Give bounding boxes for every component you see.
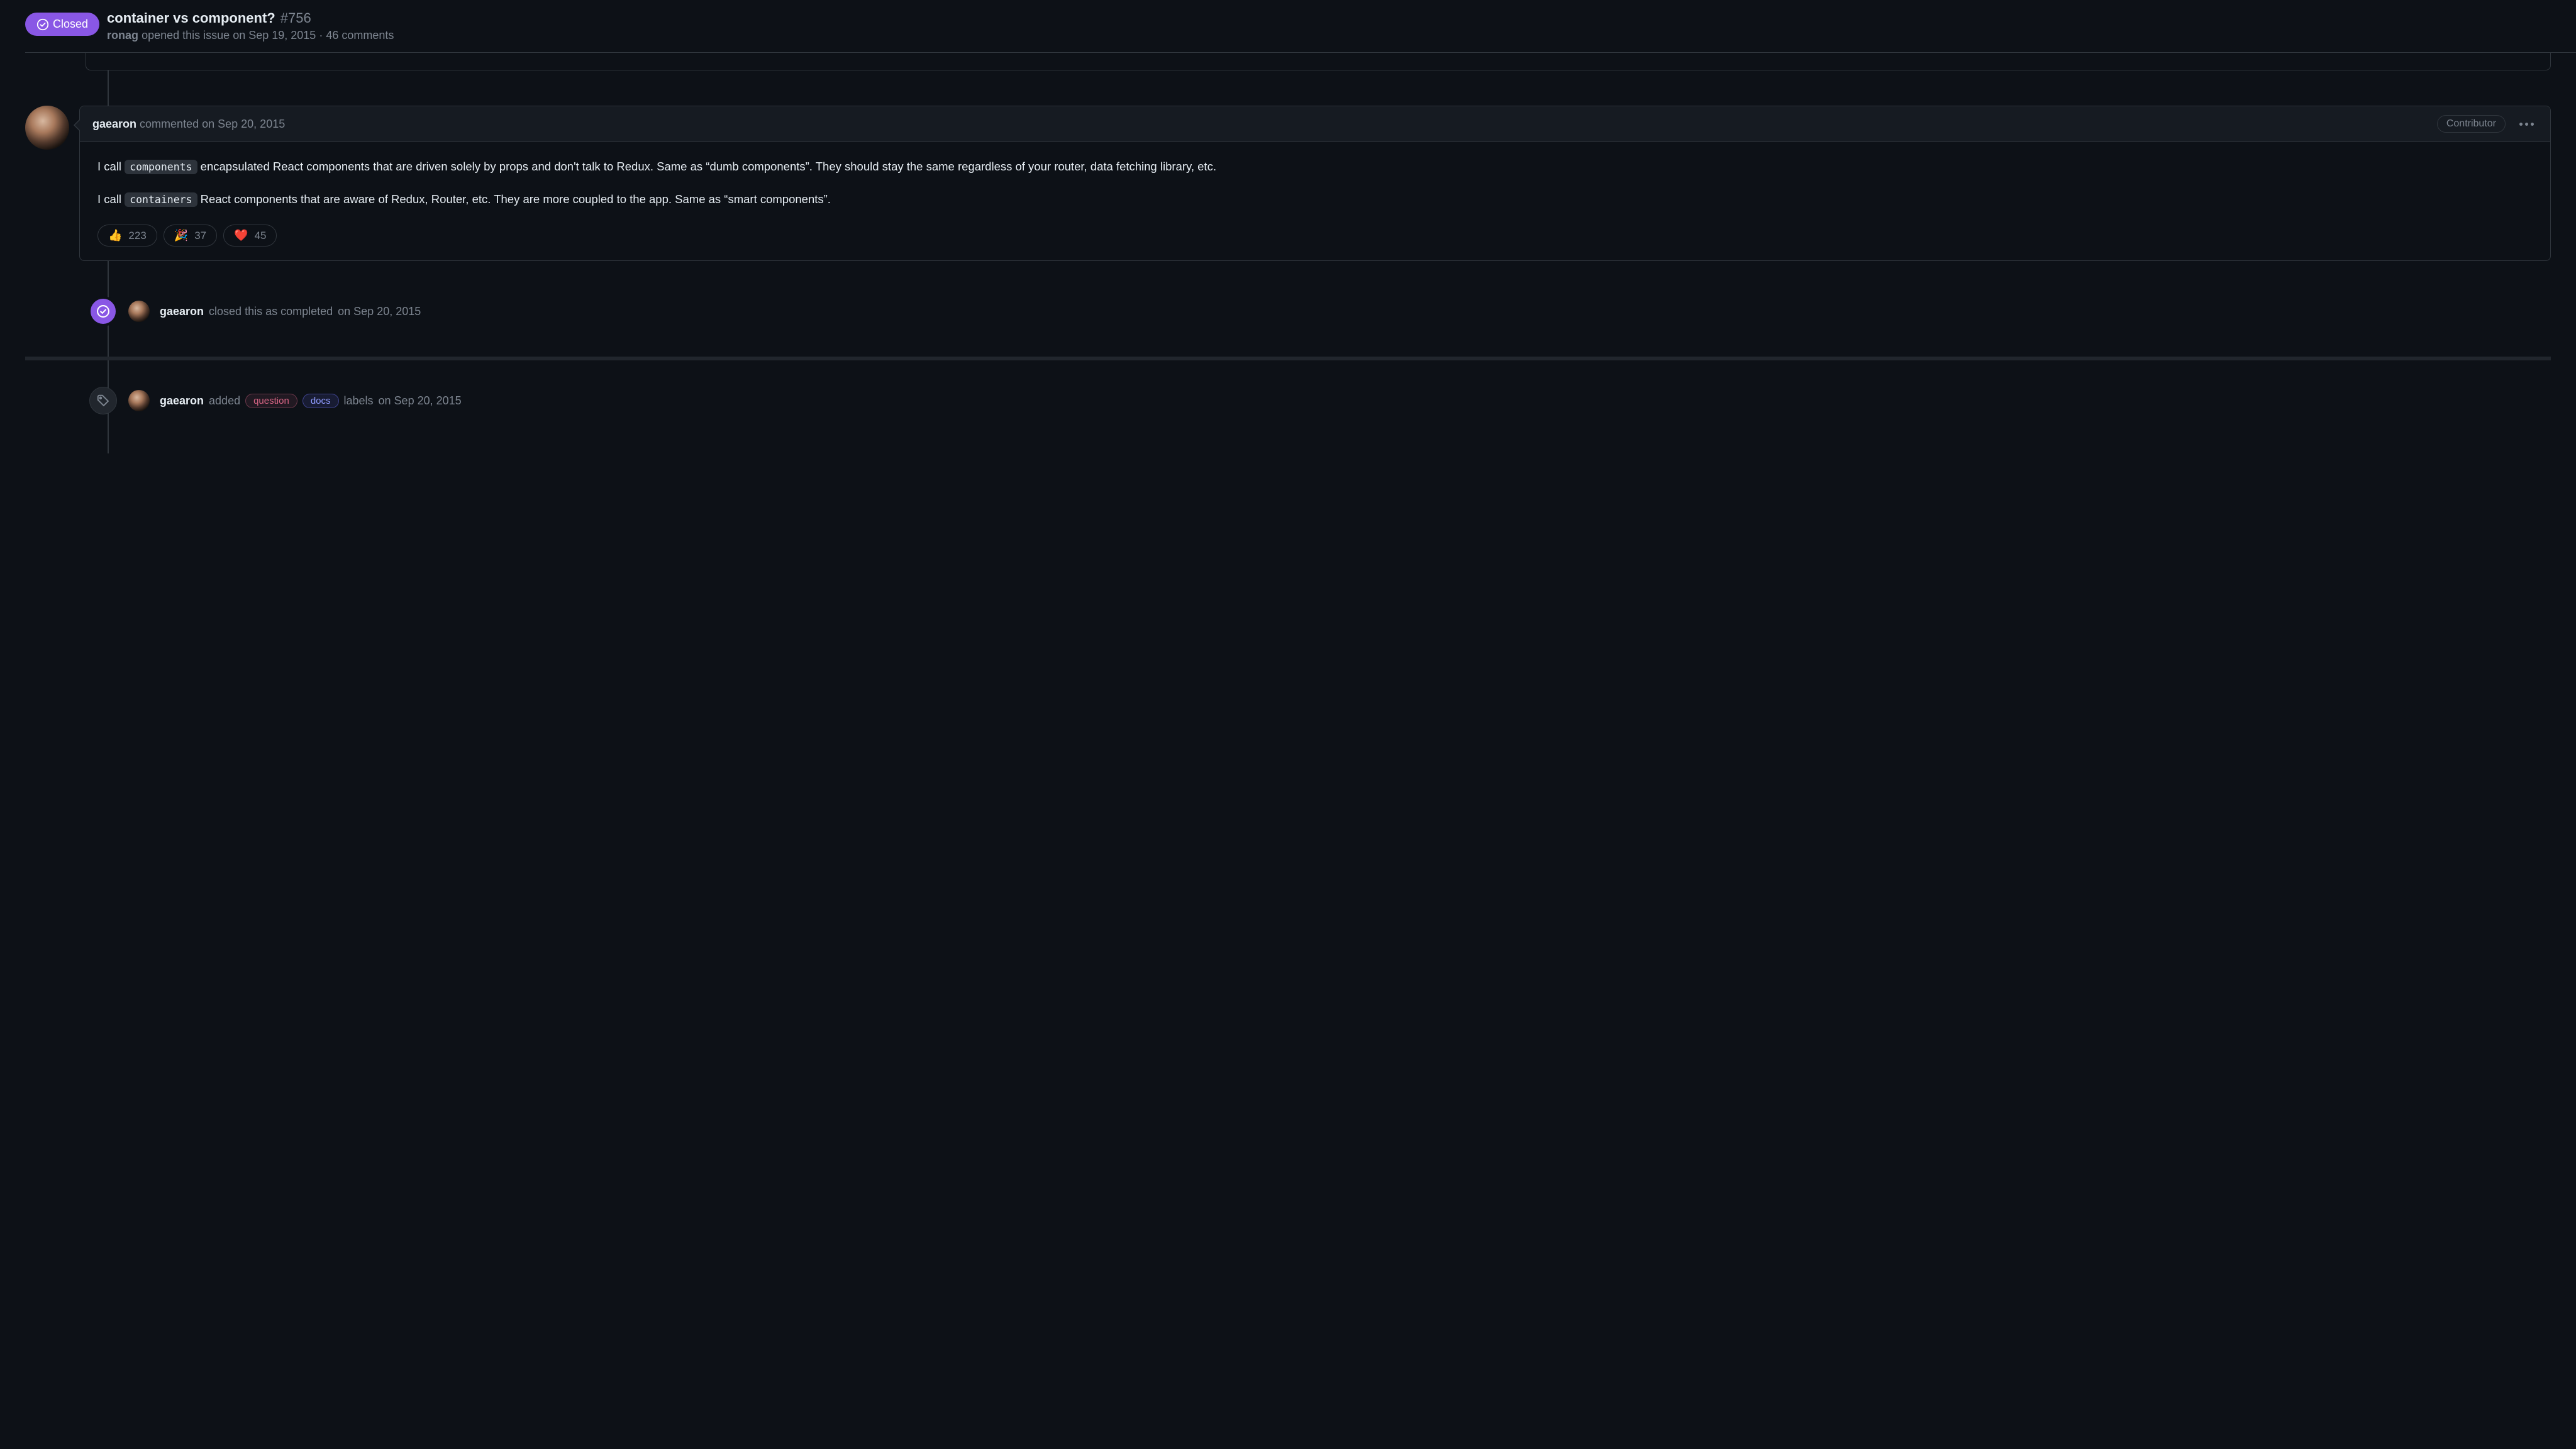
comment-author-link[interactable]: gaearon [92,118,136,130]
timeline-event-closed: gaearon closed this as completed on Sep … [88,296,2551,326]
closed-check-icon [96,304,110,318]
event-date[interactable]: on Sep 20, 2015 [338,305,421,318]
comment-count: 46 comments [326,29,394,42]
comment-date[interactable]: on Sep 20, 2015 [202,118,285,130]
closed-event-badge [88,296,118,326]
comment-box: gaearon commented on Sep 20, 2015 Contri… [79,106,2551,261]
heart-icon: ❤️ [234,229,248,242]
tada-icon: 🎉 [174,229,188,242]
status-label: Closed [53,18,88,31]
event-author-link[interactable]: gaearon [160,305,204,318]
closed-check-icon [36,18,49,31]
issue-title[interactable]: container vs component? [107,10,275,26]
avatar[interactable] [128,301,150,322]
role-badge: Contributor [2437,115,2506,133]
label-chip-question[interactable]: question [245,394,297,408]
issue-header: Closed container vs component? #756 rona… [25,0,2576,53]
label-chip-docs[interactable]: docs [303,394,339,408]
reactions-bar: 👍 223 🎉 37 ❤️ 45 [80,221,2550,260]
inline-code: components [125,160,197,174]
comment-item: gaearon commented on Sep 20, 2015 Contri… [25,106,2551,261]
comment-actions-menu[interactable] [2516,119,2538,130]
reaction-count: 45 [255,230,267,242]
reaction-count: 223 [128,230,146,242]
reaction-thumbs-up[interactable]: 👍 223 [97,225,157,247]
reaction-hooray[interactable]: 🎉 37 [164,225,217,247]
timeline-divider [25,357,2551,360]
header-text: container vs component? #756 ronag opene… [107,10,394,42]
issue-status-pill: Closed [25,13,99,36]
reaction-count: 37 [194,230,206,242]
previous-comment-edge [86,53,2551,70]
thumbs-up-icon: 👍 [108,229,122,242]
opened-date[interactable]: on Sep 19, 2015 [233,29,316,42]
comment-body: I call components encapsulated React com… [80,142,2550,221]
issue-number: #756 [280,10,311,26]
label-event-badge [89,387,117,414]
event-author-link[interactable]: gaearon [160,394,204,408]
issue-meta: ronag opened this issue on Sep 19, 2015 … [107,29,394,42]
avatar[interactable] [25,106,69,150]
timeline: gaearon commented on Sep 20, 2015 Contri… [25,53,2551,453]
timeline-event-labeled: gaearon added question docs labels on Se… [88,386,2551,416]
avatar[interactable] [128,390,150,411]
inline-code: containers [125,192,197,207]
event-date[interactable]: on Sep 20, 2015 [379,394,462,408]
comment-header: gaearon commented on Sep 20, 2015 Contri… [80,106,2550,142]
issue-opener-link[interactable]: ronag [107,29,138,42]
reaction-heart[interactable]: ❤️ 45 [223,225,277,247]
tag-icon [96,394,110,408]
